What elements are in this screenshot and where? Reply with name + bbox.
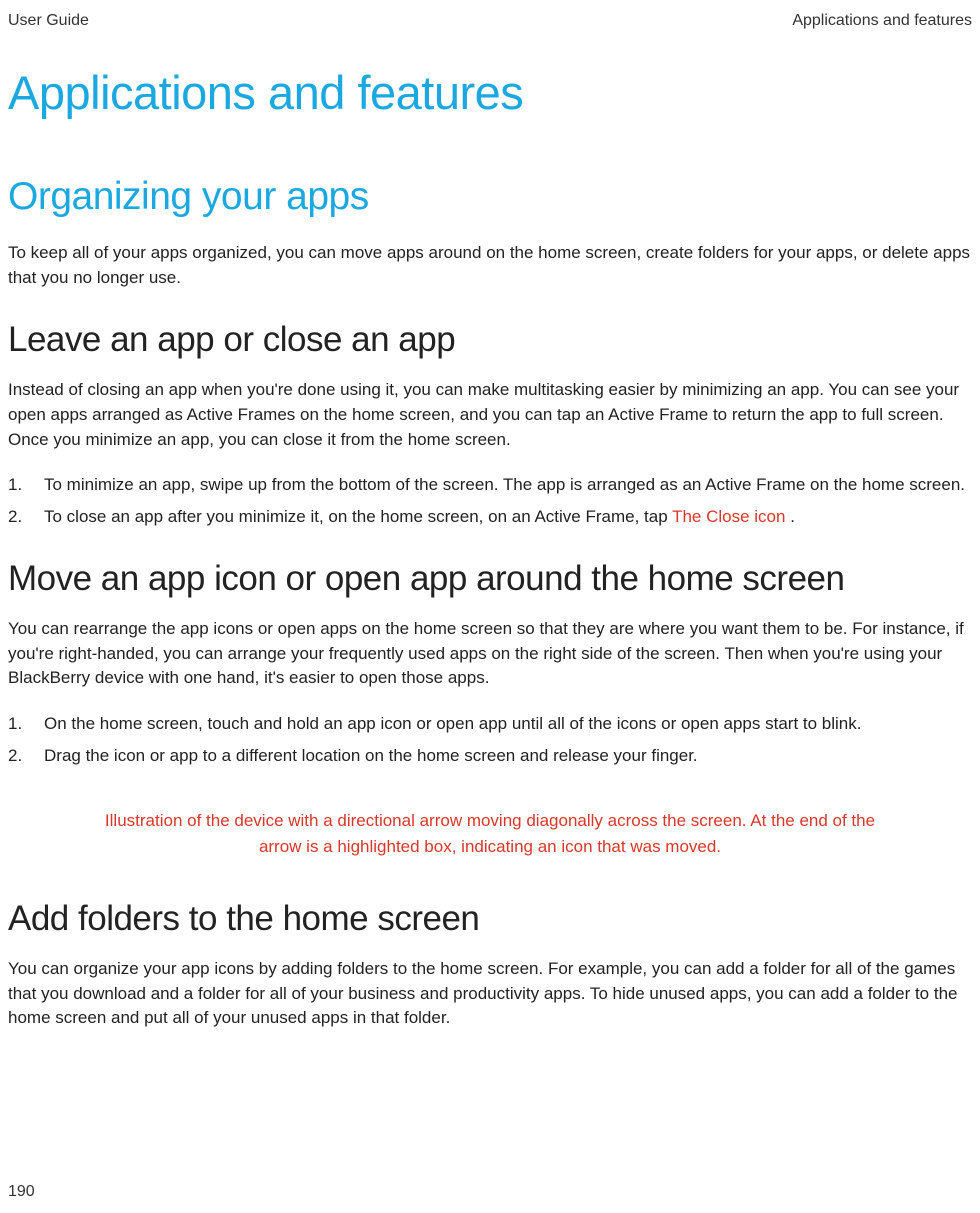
section2-paragraph: You can rearrange the app icons or open … (8, 617, 972, 691)
list-item: 1. On the home screen, touch and hold an… (8, 711, 972, 737)
page-title: Applications and features (8, 65, 972, 120)
list-item: 2. To close an app after you minimize it… (8, 504, 972, 530)
section2-steps: 1. On the home screen, touch and hold an… (8, 711, 972, 768)
step-text: To minimize an app, swipe up from the bo… (44, 472, 972, 498)
section3-paragraph: You can organize your app icons by addin… (8, 957, 972, 1031)
close-icon: The Close icon (672, 507, 785, 526)
step-number: 2. (8, 504, 44, 530)
page-number: 190 (8, 1183, 35, 1201)
subsection-move-icon: Move an app icon or open app around the … (8, 559, 972, 599)
section1-paragraph: Instead of closing an app when you're do… (8, 378, 972, 452)
section1-steps: 1. To minimize an app, swipe up from the… (8, 472, 972, 529)
subsection-leave-close: Leave an app or close an app (8, 320, 972, 360)
list-item: 2. Drag the icon or app to a different l… (8, 743, 972, 769)
header-left: User Guide (8, 12, 89, 30)
step-text: To close an app after you minimize it, o… (44, 504, 972, 530)
step-text: Drag the icon or app to a different loca… (44, 743, 972, 769)
subsection-add-folders: Add folders to the home screen (8, 899, 972, 939)
intro-paragraph: To keep all of your apps organized, you … (8, 241, 972, 290)
step-text: On the home screen, touch and hold an ap… (44, 711, 972, 737)
step-number: 1. (8, 711, 44, 737)
step-number: 2. (8, 743, 44, 769)
page-header: User Guide Applications and features (8, 12, 972, 30)
section-heading-organizing: Organizing your apps (8, 175, 972, 219)
illustration-caption: Illustration of the device with a direct… (8, 808, 972, 859)
list-item: 1. To minimize an app, swipe up from the… (8, 472, 972, 498)
header-right: Applications and features (792, 12, 972, 30)
step-number: 1. (8, 472, 44, 498)
